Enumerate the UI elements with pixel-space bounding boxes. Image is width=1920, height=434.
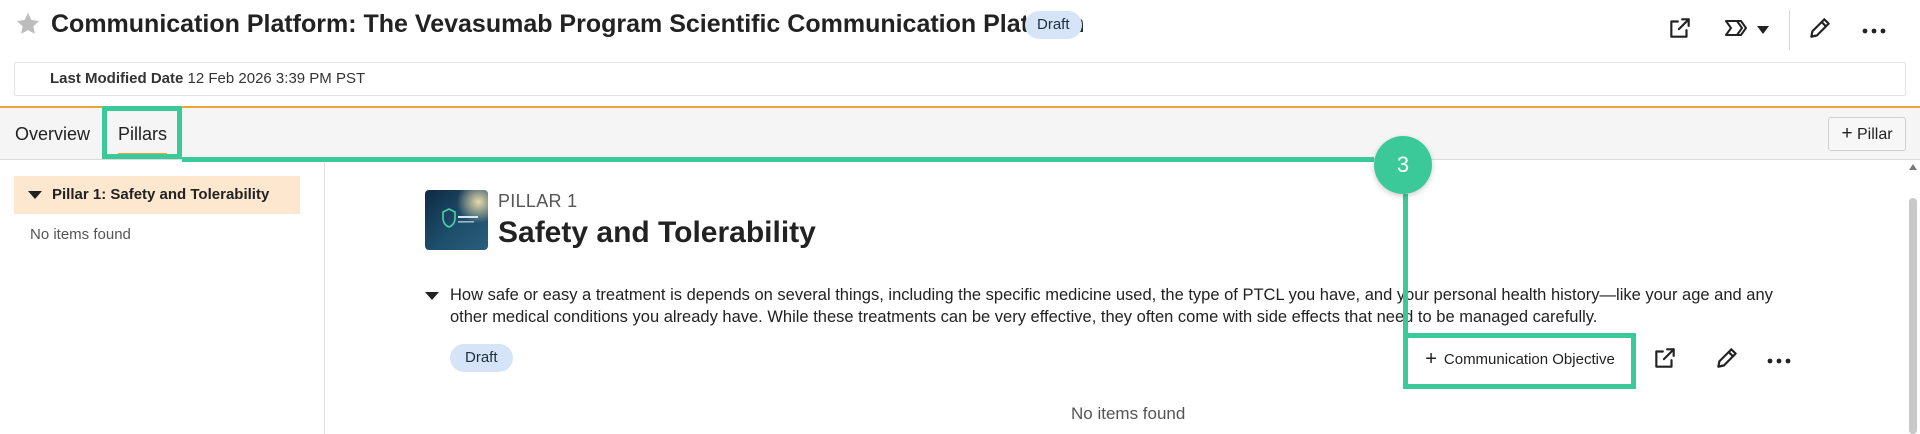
pencil-icon bbox=[1714, 345, 1740, 376]
pillar-nav-label: Pillar 1: Safety and Tolerability bbox=[52, 186, 270, 203]
workflow-chevron-icon bbox=[1723, 16, 1753, 45]
add-pillar-button[interactable]: + Pillar bbox=[1828, 117, 1906, 151]
status-badge: Draft bbox=[1025, 11, 1082, 39]
scrollbar-thumb[interactable] bbox=[1909, 198, 1917, 434]
workflow-actions-button[interactable] bbox=[1714, 10, 1778, 50]
scrollbar[interactable] bbox=[1906, 162, 1920, 434]
external-link-icon bbox=[1652, 345, 1678, 376]
callout-highlight-objective-button bbox=[1403, 333, 1636, 389]
pillar-open-button[interactable] bbox=[1645, 340, 1685, 380]
callout-connector-horizontal bbox=[182, 157, 1374, 162]
more-horizontal-icon bbox=[1862, 21, 1886, 39]
callout-connector-vertical bbox=[1403, 194, 1408, 334]
add-pillar-label: Pillar bbox=[1857, 126, 1893, 143]
scroll-up-arrow-icon[interactable] bbox=[1909, 164, 1917, 170]
pillar-status-badge: Draft bbox=[450, 344, 513, 372]
record-header: Communication Platform: The Vevasumab Pr… bbox=[0, 0, 1920, 52]
pillar-eyebrow: PILLAR 1 bbox=[498, 191, 578, 211]
pillar-thumbnail[interactable] bbox=[425, 190, 488, 250]
pillar-title: Safety and Tolerability bbox=[498, 216, 816, 249]
pencil-icon bbox=[1807, 15, 1833, 46]
plus-icon: + bbox=[1841, 123, 1853, 144]
pillar-navigation-panel: Pillar 1: Safety and Tolerability No ite… bbox=[0, 160, 325, 434]
pillar-nav-item[interactable]: Pillar 1: Safety and Tolerability bbox=[14, 176, 300, 214]
last-modified-value: 12 Feb 2026 3:39 PM PST bbox=[187, 70, 366, 87]
last-modified-label: Last Modified Date bbox=[50, 70, 184, 87]
star-icon[interactable] bbox=[14, 10, 42, 38]
tab-overview[interactable]: Overview bbox=[15, 108, 90, 160]
last-modified-row: Last Modified Date 12 Feb 2026 3:39 PM P… bbox=[14, 62, 1906, 96]
callout-step-badge: 3 bbox=[1374, 136, 1432, 194]
pillar-description: How safe or easy a treatment is depends … bbox=[450, 286, 1773, 326]
page-title: Communication Platform: The Vevasumab Pr… bbox=[51, 10, 1085, 38]
caret-down-icon[interactable] bbox=[425, 292, 439, 300]
external-link-icon bbox=[1667, 15, 1693, 46]
callout-highlight-pillars-tab bbox=[102, 106, 182, 159]
header-divider bbox=[1789, 10, 1790, 50]
tab-bar: Overview Pillars + Pillar bbox=[0, 106, 1920, 160]
more-horizontal-icon bbox=[1767, 351, 1791, 369]
objectives-empty-state: No items found bbox=[1071, 404, 1186, 423]
chevron-down-icon bbox=[1757, 21, 1769, 39]
pillar-edit-button[interactable] bbox=[1707, 340, 1747, 380]
pillar-more-button[interactable] bbox=[1759, 340, 1799, 380]
edit-button[interactable] bbox=[1800, 10, 1840, 50]
caret-down-icon[interactable] bbox=[28, 191, 42, 199]
more-actions-button[interactable] bbox=[1854, 10, 1894, 50]
empty-state-text: No items found bbox=[30, 226, 131, 243]
open-in-new-window-button[interactable] bbox=[1660, 10, 1700, 50]
